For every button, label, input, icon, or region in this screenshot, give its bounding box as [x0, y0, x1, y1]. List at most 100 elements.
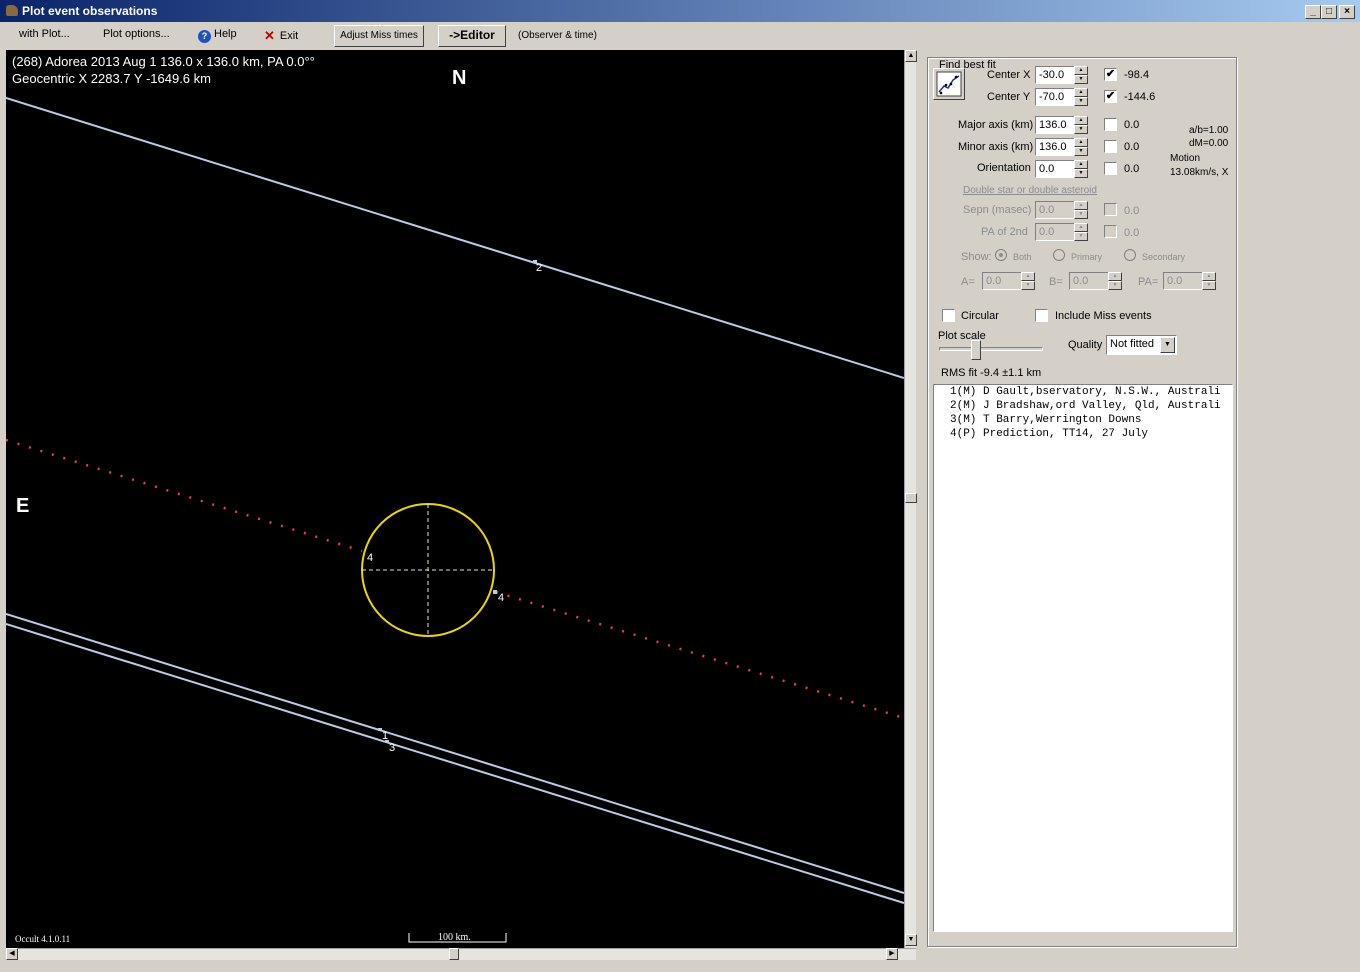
plot-vertical-scrollbar[interactable]: ▲ ▼ [904, 50, 917, 948]
b-input[interactable]: 0.0 [1069, 272, 1109, 290]
minor-axis-spinner[interactable]: ▲ ▼ [1074, 138, 1088, 156]
scroll-up-icon[interactable]: ▲ [905, 50, 917, 62]
menu-help-label: Help [214, 28, 237, 40]
orientation-result: 0.0 [1124, 163, 1140, 175]
b-spinner[interactable]: ▲ ▼ [1108, 272, 1122, 290]
fit-panel: Find best fit Center X -30.0 ▲ ▼ ✔ -98.4 … [925, 50, 1240, 950]
center-y-result: -144.6 [1124, 91, 1156, 103]
include-miss-checkbox[interactable] [1035, 309, 1048, 322]
orientation-label: Orientation [977, 162, 1031, 174]
quality-label: Quality [1068, 339, 1103, 351]
prediction-line-right [495, 590, 904, 720]
center-y-spinner[interactable]: ▲ ▼ [1074, 88, 1088, 106]
east-label: E [16, 495, 30, 517]
orientation-spinner[interactable]: ▲ ▼ [1074, 160, 1088, 178]
double-star-label: Double star or double asteroid [963, 185, 1097, 196]
list-item[interactable]: 4(P) Prediction, TT14, 27 July [934, 427, 1232, 441]
orientation-input[interactable]: 0.0 [1035, 160, 1075, 178]
rms-fit-label: RMS fit -9.4 ±1.1 km [941, 367, 1042, 379]
list-item[interactable]: 3(M) T Barry,Werrington Downs [934, 413, 1232, 427]
menu-plot-options[interactable]: Plot options... [103, 28, 170, 40]
circular-checkbox[interactable] [942, 309, 955, 322]
pa-spinner[interactable]: ▲ ▼ [1202, 272, 1216, 290]
major-axis-spinner[interactable]: ▲ ▼ [1074, 116, 1088, 134]
list-item[interactable]: 2(M) J Bradshaw,ord Valley, Qld, Austral… [934, 399, 1232, 413]
quality-value: Not fitted [1110, 338, 1155, 350]
center-x-label: Center X [987, 69, 1031, 81]
pa2-label: PA of 2nd [981, 226, 1028, 238]
horizontal-scroll-thumb[interactable] [449, 948, 459, 960]
menu-exit[interactable]: ✕ Exit [264, 28, 298, 44]
prediction-line-left [6, 438, 363, 553]
list-item[interactable]: 1(M) D Gault,bservatory, N.S.W., Austral… [934, 385, 1232, 399]
motion-value: 13.08km/s, X [1170, 167, 1229, 178]
menu-help[interactable]: ? Help [198, 28, 237, 43]
minor-axis-label: Minor axis (km) [958, 141, 1034, 153]
minor-axis-input[interactable]: 136.0 [1035, 138, 1075, 156]
observer-list[interactable]: 1(M) D Gault,bservatory, N.S.W., Austral… [933, 384, 1233, 932]
minimize-button[interactable]: _ [1305, 5, 1321, 19]
sepn-result: 0.0 [1124, 205, 1140, 217]
major-axis-label: Major axis (km) [958, 119, 1034, 131]
pa2-result: 0.0 [1124, 227, 1140, 239]
include-miss-label: Include Miss events [1055, 310, 1152, 322]
center-y-label: Center Y [987, 91, 1031, 103]
version-label: Occult 4.1.0.11 [15, 934, 71, 944]
close-button[interactable]: × [1339, 5, 1355, 19]
pa-label: PA= [1138, 276, 1159, 288]
editor-button[interactable]: ->Editor [438, 25, 506, 47]
adjust-miss-times-button[interactable]: Adjust Miss times [334, 25, 424, 47]
center-x-checkbox[interactable]: ✔ [1104, 68, 1117, 81]
menu-with-plot[interactable]: with Plot... [19, 28, 70, 40]
menu-exit-label: Exit [279, 30, 299, 42]
chord-label-1: 1 [382, 730, 389, 742]
sepn-checkbox[interactable] [1104, 203, 1117, 216]
center-x-input[interactable]: -30.0 [1035, 66, 1075, 84]
major-axis-input[interactable]: 136.0 [1035, 116, 1075, 134]
center-y-input[interactable]: -70.0 [1035, 88, 1075, 106]
show-secondary-radio[interactable] [1124, 249, 1136, 261]
menu-bar: with Plot... Plot options... ? Help ✕ Exit… [0, 22, 1360, 50]
major-axis-checkbox[interactable] [1104, 118, 1117, 131]
sepn-label: Sepn (masec) [963, 204, 1032, 216]
minor-axis-checkbox[interactable] [1104, 140, 1117, 153]
find-best-fit-button[interactable] [933, 68, 965, 100]
a-spinner[interactable]: ▲ ▼ [1021, 272, 1035, 290]
chord-line-3 [6, 623, 904, 904]
quality-select[interactable]: Not fitted ▼ [1106, 335, 1177, 355]
sepn-spinner[interactable]: ▲ ▼ [1074, 201, 1088, 219]
plot-horizontal-scrollbar[interactable]: ◀ ▶ [6, 948, 916, 960]
chord-line-1 [6, 613, 904, 894]
scroll-down-icon[interactable]: ▼ [905, 934, 917, 946]
show-primary-radio[interactable] [1053, 249, 1065, 261]
pa2-input[interactable]: 0.0 [1035, 223, 1075, 241]
help-icon: ? [198, 30, 211, 43]
major-axis-result: 0.0 [1124, 119, 1140, 131]
plot-scale-slider[interactable] [971, 340, 981, 360]
circular-label: Circular [961, 310, 999, 322]
menu-observer-time[interactable]: (Observer & time) [518, 30, 597, 41]
vertical-scroll-thumb[interactable] [905, 493, 917, 503]
center-x-spinner[interactable]: ▲ ▼ [1074, 66, 1088, 84]
show-secondary-label: Secondary [1142, 252, 1186, 262]
chord-line-2 [6, 97, 904, 379]
ab-ratio: a/b=1.00 [1189, 125, 1229, 136]
chord-label-2: 2 [536, 262, 543, 274]
pa2-spinner[interactable]: ▲ ▼ [1074, 223, 1088, 241]
show-both-radio[interactable] [995, 249, 1007, 261]
chord-label-4-left: 4 [367, 552, 374, 564]
pa-input[interactable]: 0.0 [1163, 272, 1203, 290]
pa2-checkbox[interactable] [1104, 225, 1117, 238]
exit-icon: ✕ [264, 28, 275, 43]
scroll-left-icon[interactable]: ◀ [6, 948, 18, 960]
a-input[interactable]: 0.0 [982, 272, 1022, 290]
plot-canvas[interactable]: (268) Adorea 2013 Aug 1 136.0 x 136.0 km… [6, 50, 904, 948]
center-y-checkbox[interactable]: ✔ [1104, 90, 1117, 103]
chevron-down-icon[interactable]: ▼ [1160, 337, 1175, 353]
maximize-button[interactable]: □ [1321, 5, 1337, 19]
b-label: B= [1049, 276, 1063, 288]
scroll-right-icon[interactable]: ▶ [886, 948, 898, 960]
orientation-checkbox[interactable] [1104, 162, 1117, 175]
chord-label-4-right: 4 [498, 592, 505, 604]
sepn-input[interactable]: 0.0 [1035, 201, 1075, 219]
